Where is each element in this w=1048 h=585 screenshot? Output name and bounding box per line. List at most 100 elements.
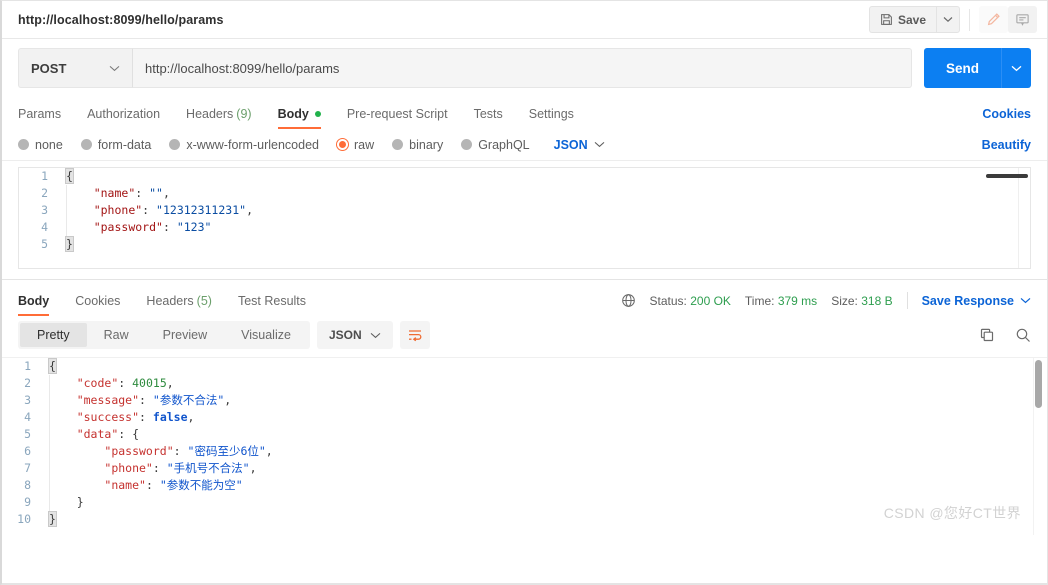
chevron-down-icon [594, 141, 605, 148]
chevron-down-icon [943, 16, 953, 23]
tab-label: Body [277, 106, 309, 121]
body-type-binary[interactable]: binary [392, 138, 443, 152]
request-editor-scrollbar-thumb[interactable] [986, 174, 1028, 178]
view-mode-visualize[interactable]: Visualize [224, 323, 308, 347]
floppy-disk-icon [880, 13, 893, 26]
code-line: 6 "password": "密码至少6位", [2, 443, 1047, 460]
line-number: 10 [17, 512, 31, 526]
line-content: "phone": "12312311231", [57, 202, 1030, 219]
http-method-select[interactable]: POST [18, 48, 133, 88]
tab-authorization[interactable]: Authorization [87, 98, 160, 129]
tab-settings[interactable]: Settings [529, 98, 574, 129]
body-type-raw[interactable]: raw [337, 138, 374, 152]
code-line: 4 "password": "123" [19, 219, 1030, 236]
tab-tests[interactable]: Tests [474, 98, 503, 129]
code-line: 5 } [19, 236, 1030, 253]
send-button[interactable]: Send [923, 48, 1001, 88]
request-editor-scrollbar-track[interactable] [986, 168, 1030, 268]
line-number: 8 [24, 478, 31, 492]
response-scrollbar-track[interactable] [1033, 358, 1047, 535]
response-body-viewer[interactable]: 1 { 2 "code": 40015, 3 "message": "参数不合法… [2, 357, 1047, 535]
response-tab-headers[interactable]: Headers (5) [146, 285, 212, 316]
view-mode-pretty[interactable]: Pretty [20, 323, 87, 347]
body-type-label: form-data [97, 137, 152, 152]
code-line: 1 { [2, 358, 1047, 375]
request-format-value: JSON [553, 137, 588, 152]
time-label: Time: [744, 293, 775, 308]
code-line: 1 { [19, 168, 1030, 185]
save-response-button[interactable]: Save Response [922, 294, 1031, 308]
code-line: 3 "phone": "12312311231", [19, 202, 1030, 219]
code-line: 4 "success": false, [2, 409, 1047, 426]
save-button[interactable]: Save [868, 6, 936, 33]
cookies-link[interactable]: Cookies [982, 107, 1031, 121]
search-icon[interactable] [1015, 327, 1031, 343]
body-type-form-data[interactable]: form-data [80, 137, 152, 152]
body-present-indicator [314, 110, 321, 117]
radio-icon [80, 139, 92, 150]
status-field: Status: 200 OK [650, 294, 731, 308]
title-bar: http://localhost:8099/hello/params Save [2, 1, 1047, 39]
body-type-row: none form-data x-www-form-urlencoded raw… [2, 129, 1047, 161]
response-tab-test-results[interactable]: Test Results [238, 285, 306, 316]
line-content: "code": 40015, [40, 375, 1047, 392]
tab-body[interactable]: Body [277, 98, 322, 129]
body-type-graphql[interactable]: GraphQL [461, 138, 530, 152]
tab-headers[interactable]: Headers (9) [186, 98, 252, 129]
response-format-select[interactable]: JSON [316, 321, 393, 349]
edit-request-button[interactable] [979, 6, 1008, 33]
response-headers-count: (5) [196, 293, 212, 308]
request-body-editor[interactable]: 1 { 2 "name": "", 3 "phone": "1231231123… [18, 167, 1031, 269]
response-tab-body[interactable]: Body [18, 285, 50, 316]
request-code: 1 { 2 "name": "", 3 "phone": "1231231123… [19, 168, 1030, 253]
line-number: 4 [41, 220, 48, 234]
line-content: } [65, 236, 74, 252]
word-wrap-toggle[interactable] [399, 321, 430, 349]
save-options-dropdown[interactable] [936, 6, 960, 33]
code-line: 5 "data": { [2, 426, 1047, 443]
radio-icon [169, 139, 181, 150]
request-tab-title[interactable]: http://localhost:8099/hello/params [18, 13, 869, 27]
body-type-x-www-form-urlencoded[interactable]: x-www-form-urlencoded [169, 138, 319, 152]
tab-label: Tests [473, 106, 503, 121]
request-format-select[interactable]: JSON [554, 138, 605, 152]
line-content: "message": "参数不合法", [40, 392, 1047, 409]
tab-label: Headers [186, 106, 234, 121]
line-number: 4 [24, 410, 31, 424]
chevron-down-icon [109, 65, 120, 72]
save-button-label: Save [897, 12, 926, 27]
copy-icon[interactable] [979, 327, 995, 343]
response-status-bar: Status: 200 OK Time: 379 ms Size: 318 B … [621, 292, 1031, 309]
chevron-down-icon [370, 332, 381, 339]
response-view-mode-group: Pretty Raw Preview Visualize [18, 321, 310, 349]
line-content: { [65, 168, 74, 184]
url-input[interactable]: http://localhost:8099/hello/params [133, 48, 912, 88]
tab-label: Body [18, 293, 50, 308]
radio-icon [461, 139, 473, 150]
response-format-value: JSON [328, 328, 362, 342]
line-number: 3 [24, 393, 31, 407]
code-line: 8 "name": "参数不能为空" [2, 477, 1047, 494]
tab-params[interactable]: Params [18, 98, 61, 129]
response-scrollbar-thumb[interactable] [1035, 360, 1042, 408]
send-options-dropdown[interactable] [1001, 48, 1031, 88]
size-value: 318 B [861, 293, 893, 308]
tab-label: Test Results [237, 293, 307, 308]
line-content: "name": "", [57, 185, 1030, 202]
line-number: 5 [41, 237, 48, 251]
status-value: 200 OK [690, 293, 731, 308]
response-tab-cookies[interactable]: Cookies [75, 285, 120, 316]
beautify-link[interactable]: Beautify [982, 138, 1031, 152]
headers-count: (9) [236, 106, 252, 121]
tab-pre-request-script[interactable]: Pre-request Script [347, 98, 448, 129]
view-mode-preview[interactable]: Preview [146, 323, 224, 347]
comments-button[interactable] [1008, 6, 1037, 33]
view-mode-raw[interactable]: Raw [87, 323, 146, 347]
toolbar-divider [969, 8, 970, 31]
tab-label: Settings [528, 106, 574, 121]
body-type-none[interactable]: none [18, 138, 63, 152]
status-label: Status: [649, 293, 687, 308]
line-number: 3 [41, 203, 48, 217]
code-line: 2 "name": "", [19, 185, 1030, 202]
line-content: "password": "密码至少6位", [40, 443, 1047, 460]
